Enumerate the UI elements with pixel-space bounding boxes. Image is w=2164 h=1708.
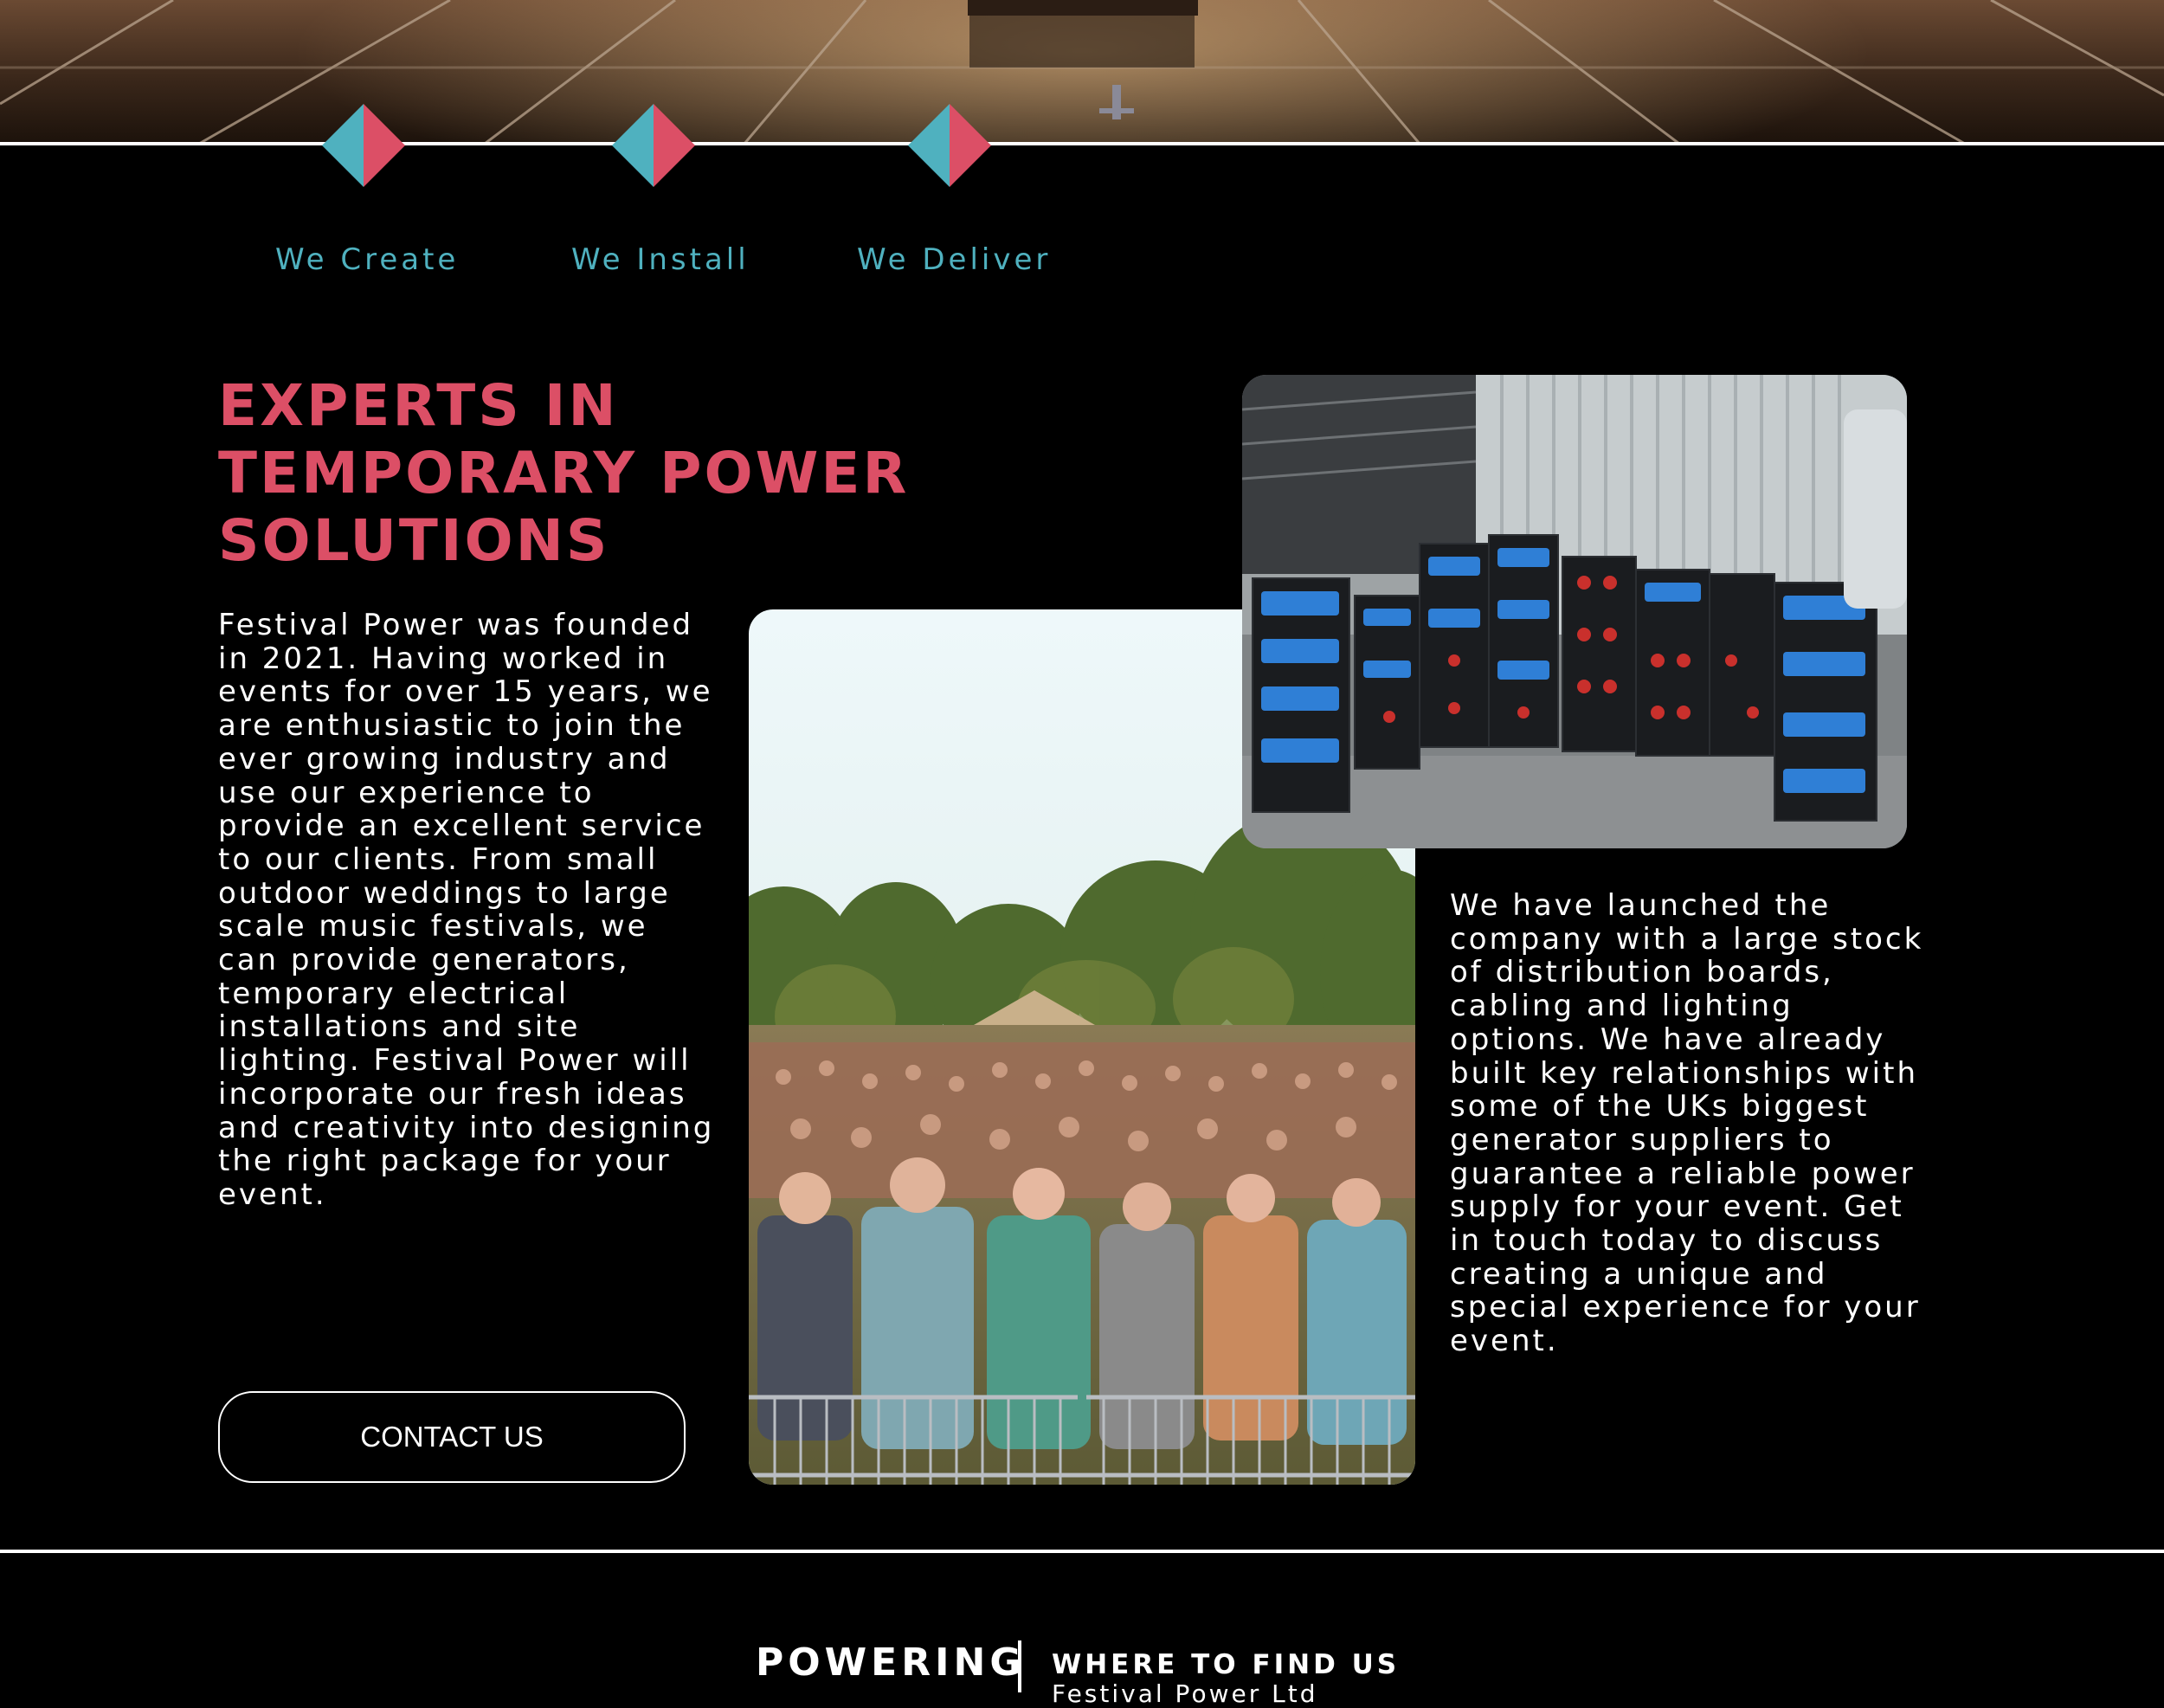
deliver-diamond-icon: [908, 104, 991, 187]
service-we-create[interactable]: We Create: [275, 242, 459, 277]
distribution-boards-photo: [1242, 375, 1907, 848]
footer-brand: POWERING: [756, 1640, 1026, 1685]
footer-where-heading: WHERE TO FIND US: [1052, 1649, 1401, 1680]
page-headline: EXPERTS IN TEMPORARY POWER SOLUTIONS: [218, 372, 910, 574]
footer-vertical-divider: [1018, 1640, 1021, 1692]
install-diamond-icon: [612, 104, 695, 187]
service-we-deliver[interactable]: We Deliver: [857, 242, 1051, 277]
contact-us-button[interactable]: CONTACT US: [218, 1391, 686, 1483]
footer-address-line: Festival Power Ltd: [1052, 1679, 1318, 1708]
launch-paragraph: We have launched the company with a larg…: [1450, 888, 1924, 1359]
service-we-install[interactable]: We Install: [571, 242, 750, 277]
footer-divider: [0, 1550, 2164, 1553]
create-diamond-icon: [322, 104, 405, 187]
intro-paragraph: Festival Power was founded in 2021. Havi…: [218, 608, 715, 1212]
